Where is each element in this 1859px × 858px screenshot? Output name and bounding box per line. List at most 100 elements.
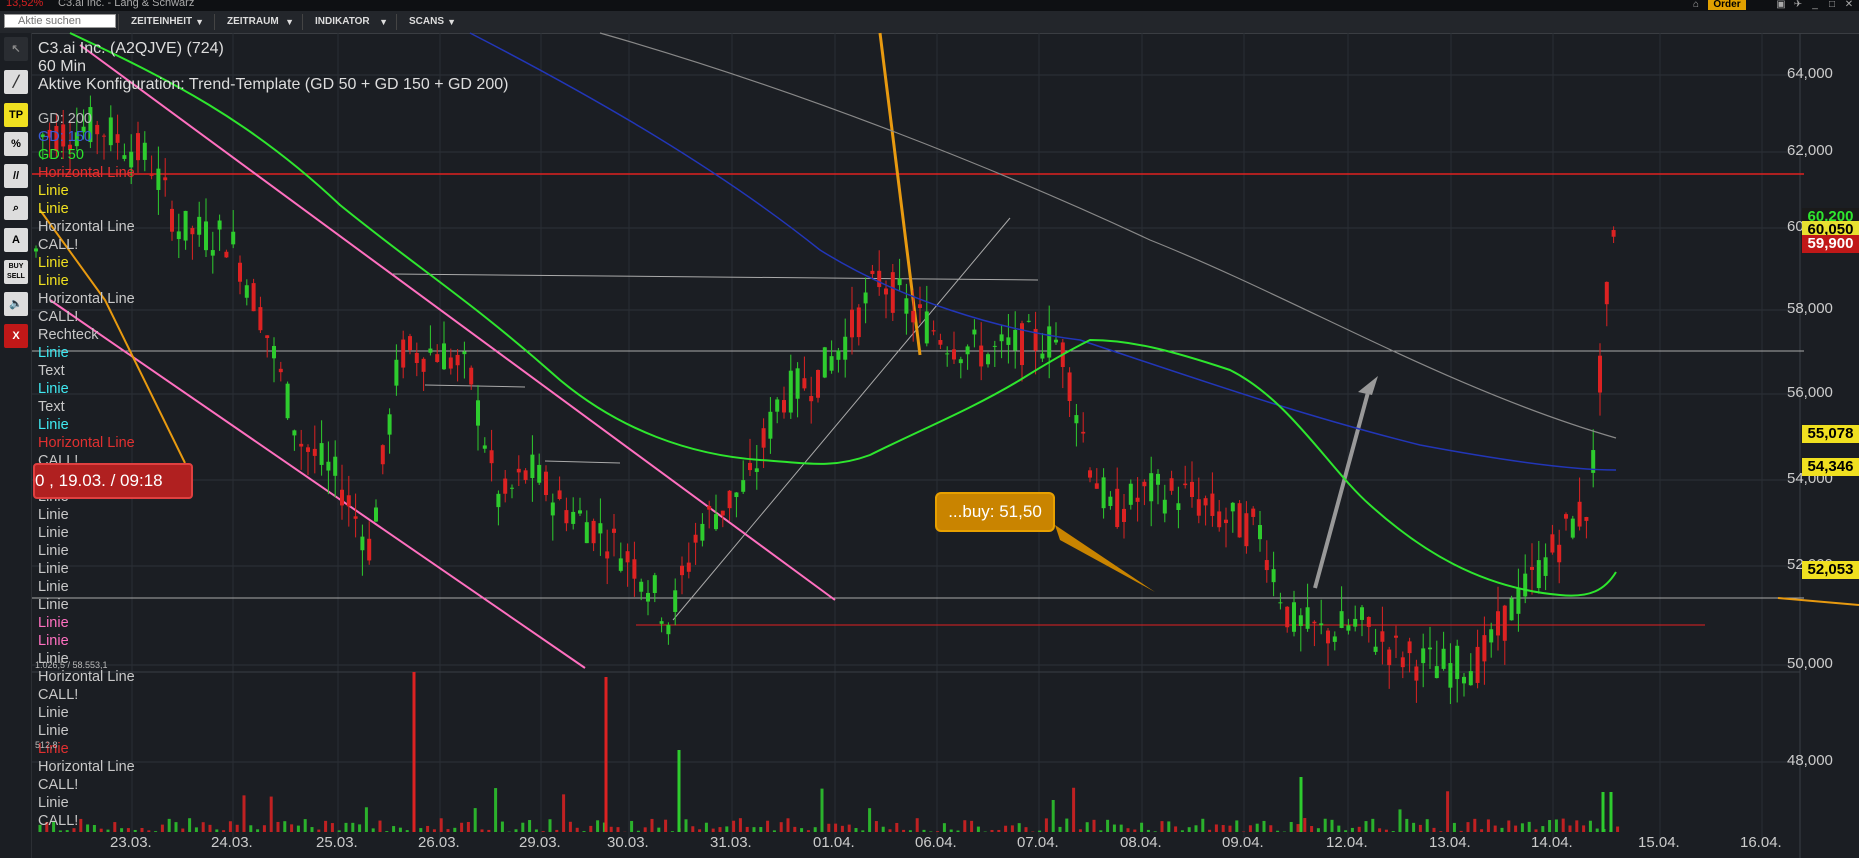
candle-body	[1598, 355, 1602, 393]
candle-body	[482, 445, 487, 449]
candle-body	[890, 272, 895, 313]
legend-item[interactable]: Horizontal Line	[38, 218, 135, 236]
legend-item[interactable]: GD: 50	[38, 146, 135, 164]
legend-item[interactable]: Linie	[38, 380, 135, 398]
legend-item[interactable]: Linie	[38, 182, 135, 200]
legend-item[interactable]: Linie	[38, 254, 135, 272]
volume-bar	[1146, 829, 1150, 832]
volume-bar	[847, 824, 851, 832]
callout-date[interactable]: 0 , 19.03. / 09:18	[33, 463, 193, 499]
legend-item[interactable]: Linie	[38, 200, 135, 218]
candle-body	[1523, 573, 1528, 597]
candle-body	[1339, 611, 1344, 628]
legend-item[interactable]: Horizontal Line	[38, 668, 135, 686]
legend-item[interactable]: CALL!	[38, 686, 135, 704]
legend-item[interactable]: Horizontal Line	[38, 290, 135, 308]
volume-bar	[840, 825, 844, 832]
candle-body	[217, 220, 222, 230]
candle-body	[720, 510, 725, 516]
legend-item[interactable]: CALL!	[38, 236, 135, 254]
candle-body	[1074, 415, 1079, 424]
volume-bar	[759, 827, 763, 832]
legend-item[interactable]: CALL!	[38, 812, 135, 830]
time-tick-label: 24.03.	[211, 834, 253, 851]
candle-body	[251, 283, 256, 312]
legend-item[interactable]: Horizontal Line	[38, 164, 135, 182]
legend-item[interactable]: Linie	[38, 542, 135, 560]
candle-body	[489, 450, 494, 464]
volume-bar	[358, 824, 362, 832]
legend-item[interactable]: CALL!	[38, 308, 135, 326]
legend-item[interactable]: Linie	[38, 524, 135, 542]
volume-bar	[568, 821, 572, 832]
candle-body	[1441, 648, 1446, 669]
legend-item[interactable]: GD: 200	[38, 110, 135, 128]
volume-bar	[990, 829, 994, 832]
legend-item[interactable]: Linie	[38, 794, 135, 812]
candle-body	[326, 461, 331, 471]
candle-body	[822, 347, 827, 378]
volume-bar	[439, 818, 443, 832]
volume-bar	[1160, 821, 1164, 832]
candle-body	[353, 516, 358, 519]
candle-body	[516, 468, 521, 473]
candle-body	[1346, 625, 1351, 631]
callout-buy[interactable]: ...buy: 51,50	[935, 492, 1055, 532]
volume-bar	[657, 827, 661, 832]
volume-bar	[310, 827, 314, 832]
candle-body	[1258, 525, 1262, 540]
legend-item[interactable]: Linie	[38, 416, 135, 434]
legend-item[interactable]: Text	[38, 362, 135, 380]
volume-bar	[1174, 826, 1178, 832]
candle-body	[1530, 566, 1534, 570]
volume-bar	[813, 827, 817, 832]
volume-bar	[582, 831, 586, 832]
candle-body	[1414, 666, 1419, 681]
legend-item[interactable]: Horizontal Line	[38, 758, 135, 776]
volume-bar	[392, 826, 396, 832]
volume-bar	[1432, 827, 1436, 832]
volume-bar	[895, 822, 899, 832]
candle-body	[163, 177, 168, 181]
legend-item[interactable]: Linie	[38, 596, 135, 614]
volume-bar	[1092, 819, 1096, 832]
candle-body	[387, 414, 392, 435]
volume-bar	[446, 829, 450, 832]
price-chart[interactable]	[0, 0, 1859, 858]
candle-body	[455, 354, 460, 366]
candle-body	[550, 502, 555, 516]
candle-body	[1366, 617, 1371, 627]
volume-bar	[616, 827, 620, 832]
volume-bar	[1330, 819, 1334, 832]
candle-body	[496, 493, 501, 508]
legend-item[interactable]: Linie	[38, 722, 135, 740]
legend-item[interactable]: Linie	[38, 344, 135, 362]
candle-body	[673, 590, 678, 612]
candle-body	[231, 231, 236, 245]
legend-item[interactable]: Horizontal Line	[38, 434, 135, 452]
legend-item[interactable]: Linie	[38, 704, 135, 722]
legend-item[interactable]: CALL!	[38, 776, 135, 794]
volume-bar	[786, 818, 790, 832]
volume-bar	[276, 821, 280, 832]
legend-item[interactable]: Text	[38, 398, 135, 416]
candle-body	[1489, 629, 1494, 643]
legend-item[interactable]: GD: 150	[38, 128, 135, 146]
volume-bar	[494, 788, 498, 832]
candle-body	[1006, 337, 1011, 345]
orange-line	[1777, 597, 1859, 606]
legend-item[interactable]: Linie	[38, 614, 135, 632]
candle-body	[1428, 647, 1432, 650]
legend-item[interactable]: Linie	[38, 632, 135, 650]
candle-body	[557, 490, 562, 500]
candle-body	[782, 400, 786, 413]
volume-bar	[534, 829, 538, 832]
volume-bar	[269, 796, 273, 832]
volume-bar	[1459, 830, 1463, 832]
legend-item[interactable]: Rechteck	[38, 326, 135, 344]
legend-item[interactable]: Linie	[38, 506, 135, 524]
legend-item[interactable]: Linie	[38, 560, 135, 578]
volume-bar	[1017, 823, 1021, 832]
legend-item[interactable]: Linie	[38, 578, 135, 596]
legend-item[interactable]: Linie	[38, 272, 135, 290]
